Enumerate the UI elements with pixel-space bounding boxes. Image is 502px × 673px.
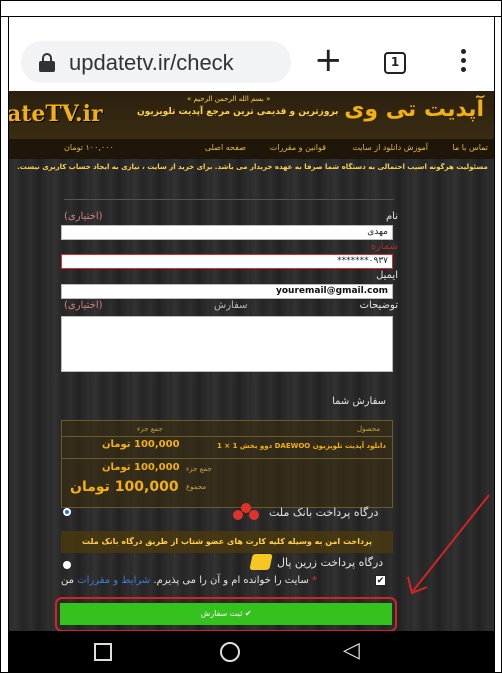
home-icon[interactable] bbox=[220, 642, 240, 662]
android-nav-bar: ◁ bbox=[9, 631, 494, 672]
recents-icon[interactable] bbox=[94, 643, 112, 661]
phone-screen: updatetv.ir/check + 1 ateTV.ir « بسم الل… bbox=[8, 17, 495, 672]
back-icon[interactable]: ◁ bbox=[343, 640, 360, 662]
annotation-arrow-icon bbox=[407, 494, 490, 595]
screenshot: updatetv.ir/check + 1 ateTV.ir « بسم الل… bbox=[0, 0, 502, 673]
top-margin bbox=[1, 1, 501, 17]
